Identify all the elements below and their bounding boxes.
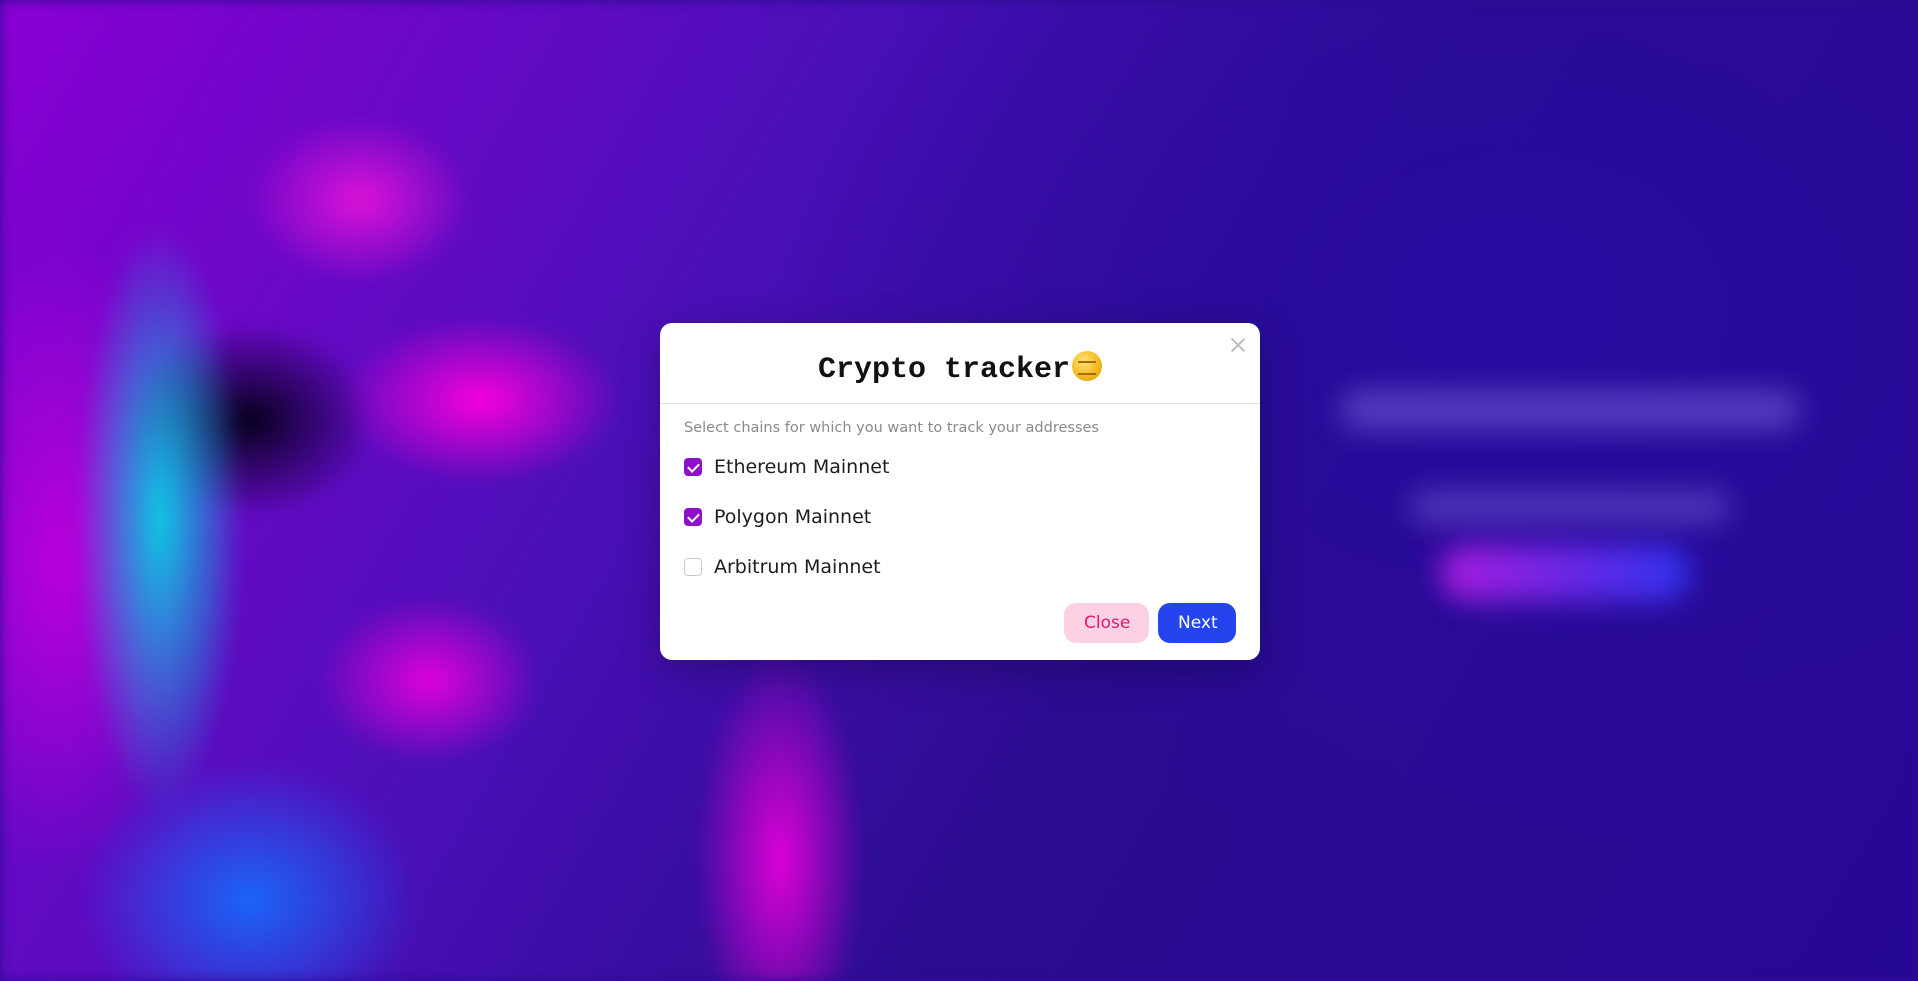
modal-header: Crypto tracker xyxy=(660,323,1260,404)
blurred-background-heading xyxy=(1340,390,1800,430)
modal-body: Select chains for which you want to trac… xyxy=(660,404,1260,592)
blurred-background-button xyxy=(1440,545,1690,601)
next-button[interactable]: Next xyxy=(1158,603,1236,643)
ethereum-label: Ethereum Mainnet xyxy=(714,456,890,478)
chain-option-arbitrum[interactable]: Arbitrum Mainnet xyxy=(684,542,1236,592)
polygon-label: Polygon Mainnet xyxy=(714,506,872,528)
arbitrum-label: Arbitrum Mainnet xyxy=(714,556,881,578)
chain-option-ethereum[interactable]: Ethereum Mainnet xyxy=(684,442,1236,492)
blurred-background-subheading xyxy=(1410,490,1730,524)
modal-footer: Close Next xyxy=(1064,603,1236,643)
arbitrum-checkbox[interactable] xyxy=(684,558,702,576)
close-icon[interactable] xyxy=(1228,335,1248,355)
ethereum-checkbox[interactable] xyxy=(684,458,702,476)
chain-option-polygon[interactable]: Polygon Mainnet xyxy=(684,492,1236,542)
modal-subtitle: Select chains for which you want to trac… xyxy=(684,420,1099,436)
chain-select-modal: Crypto tracker Select chains for which y… xyxy=(660,323,1260,660)
polygon-checkbox[interactable] xyxy=(684,508,702,526)
modal-title: Crypto tracker xyxy=(660,351,1260,385)
coin-icon xyxy=(1072,351,1103,381)
close-button[interactable]: Close xyxy=(1064,603,1149,643)
modal-title-text: Crypto tracker xyxy=(817,353,1071,387)
